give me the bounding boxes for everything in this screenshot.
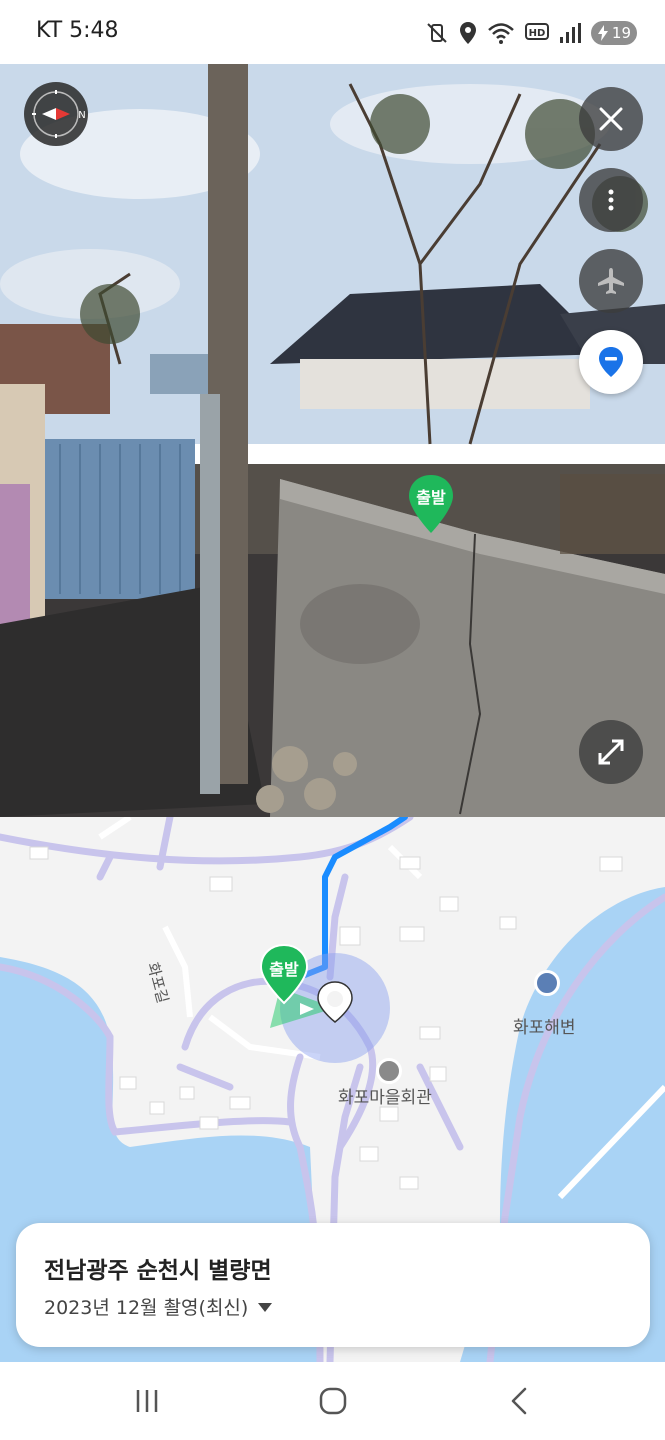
street-view-start-label: 출발 [416, 488, 446, 507]
wifi-icon [488, 23, 514, 44]
location-title: 전남광주 순천시 별량면 [44, 1258, 272, 1284]
system-nav-bar [0, 1362, 665, 1440]
close-button[interactable] [579, 87, 643, 151]
street-view-start-marker[interactable]: 출발 [407, 473, 455, 535]
home-button[interactable] [273, 1362, 393, 1440]
svg-text:HD: HD [529, 28, 546, 39]
back-icon [511, 1387, 527, 1415]
home-icon [319, 1387, 347, 1415]
close-icon [599, 107, 623, 131]
hall-poi-icon[interactable] [376, 1058, 402, 1084]
signal-icon [560, 23, 581, 43]
map-start-label: 출발 [269, 960, 299, 979]
street-view-panorama[interactable]: N 출발 [0, 64, 665, 817]
airplane-icon [598, 268, 624, 294]
capture-date-label: 2023년 12월 촬영(최신) [44, 1297, 249, 1319]
battery-icon: 19 [591, 21, 637, 45]
location-pin-icon [599, 347, 623, 377]
poi-hall-label[interactable]: 화포마을회관 [338, 1083, 432, 1108]
dropdown-caret-icon [258, 1303, 273, 1312]
location-info-card[interactable]: 전남광주 순천시 별량면 2023년 12월 촬영(최신) [16, 1223, 650, 1347]
more-options-button[interactable] [579, 168, 643, 232]
street-view-image [0, 64, 665, 817]
hd-voice-icon: HD [525, 23, 549, 40]
poi-beach-label[interactable]: 화포해변 [513, 1013, 576, 1038]
status-time: KT 5:48 [36, 18, 119, 43]
aerial-view-button[interactable] [579, 249, 643, 313]
recent-apps-icon [136, 1390, 158, 1412]
map-start-marker[interactable]: 출발 [259, 943, 309, 1005]
expand-icon [598, 739, 624, 765]
compass-icon[interactable]: N [24, 82, 88, 146]
status-bar: KT 5:48 HD 19 [0, 0, 665, 64]
location-pin-button[interactable] [579, 330, 643, 394]
recent-apps-button[interactable] [87, 1362, 207, 1440]
battery-level: 19 [611, 24, 631, 42]
back-button[interactable] [459, 1362, 579, 1440]
mute-vibrate-icon [427, 23, 447, 43]
expand-button[interactable] [579, 720, 643, 784]
beach-poi-icon[interactable] [534, 970, 560, 996]
capture-date-selector[interactable]: 2023년 12월 촬영(최신) [44, 1293, 273, 1320]
status-icons: HD 19 [425, 20, 637, 46]
location-icon [460, 22, 476, 44]
svg-text:N: N [78, 110, 85, 121]
more-icon [608, 189, 614, 211]
